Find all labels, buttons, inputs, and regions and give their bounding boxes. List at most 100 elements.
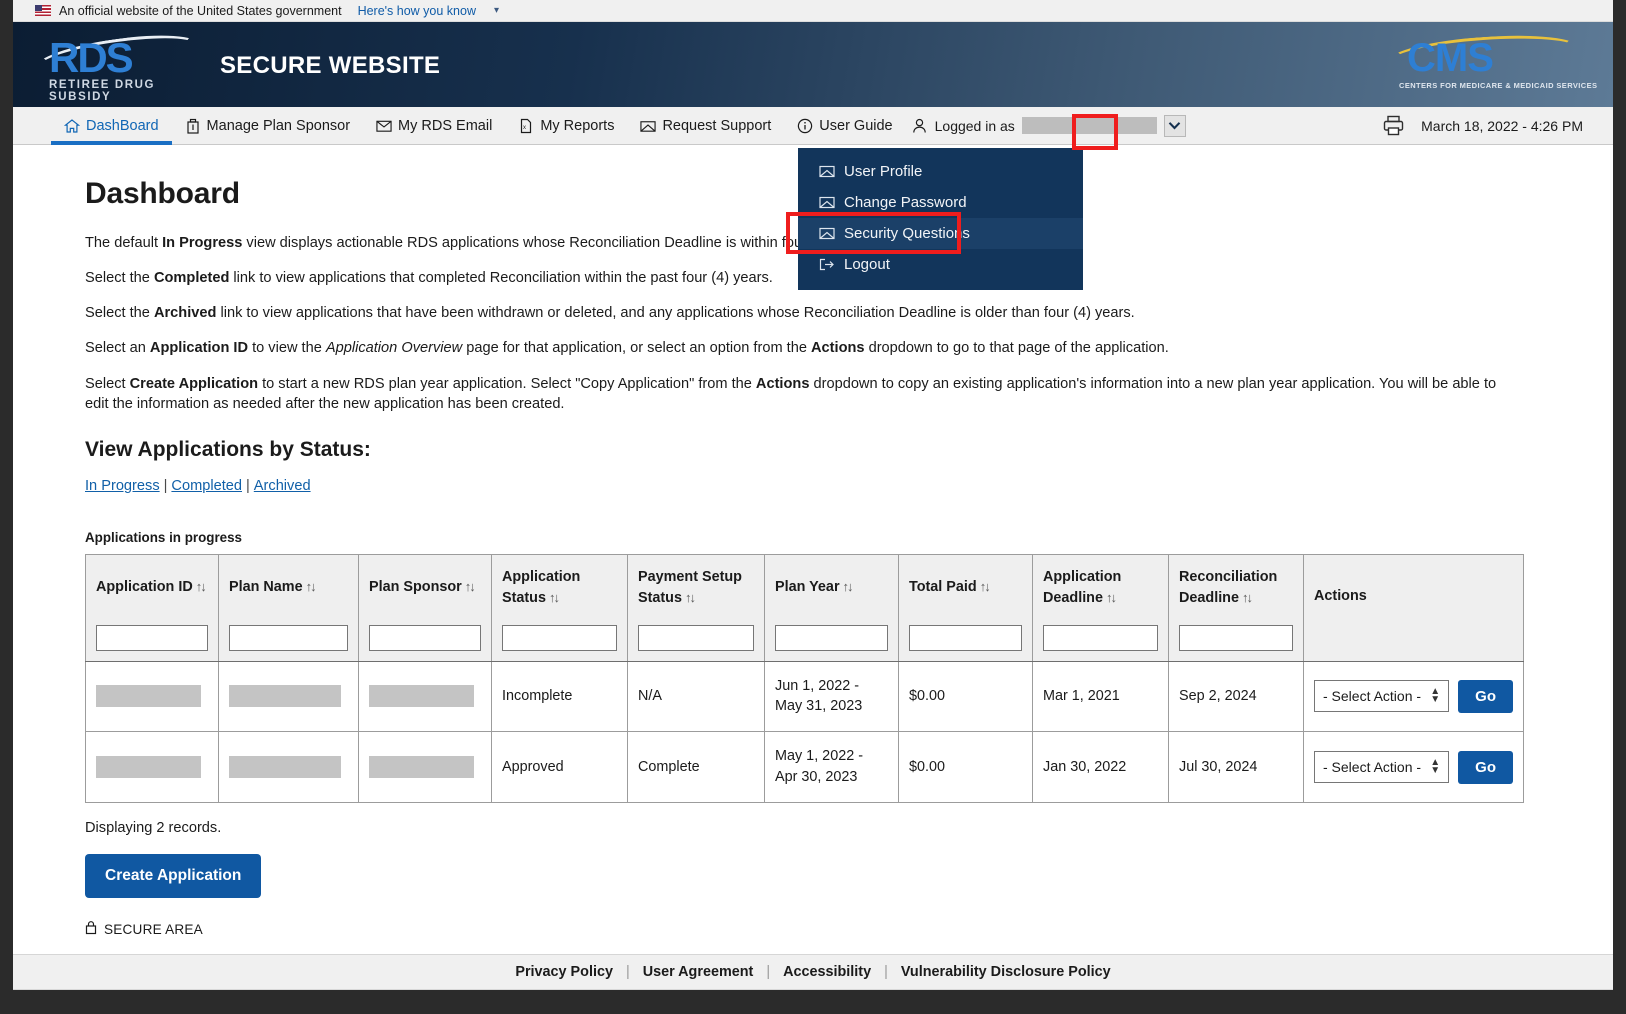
select-updown-icon: ▲▼ — [1430, 688, 1440, 704]
building-icon — [185, 118, 201, 134]
column-header-total-paid[interactable]: Total Paid↑↓ — [899, 554, 1033, 620]
column-header-application-id[interactable]: Application ID↑↓ — [86, 554, 219, 620]
brand: RDS RETIREE DRUG SUBSIDY SECURE WEBSITE — [35, 35, 440, 95]
envelope-icon — [818, 225, 835, 242]
sort-updown-icon[interactable]: ↑↓ — [1242, 589, 1251, 608]
cell-total-paid: $0.00 — [899, 661, 1033, 732]
sort-updown-icon[interactable]: ↑↓ — [549, 589, 558, 608]
sort-updown-icon[interactable]: ↑↓ — [1106, 589, 1115, 608]
status-link-completed[interactable]: Completed — [171, 478, 242, 494]
nav-item-label: Manage Plan Sponsor — [207, 118, 351, 134]
column-header-application-status[interactable]: Application Status↑↓ — [492, 554, 628, 620]
nav-item-request-support[interactable]: Request Support — [627, 107, 784, 144]
go-button[interactable]: Go — [1458, 680, 1513, 713]
go-button[interactable]: Go — [1458, 751, 1513, 784]
current-timestamp: March 18, 2022 - 4:26 PM — [1421, 118, 1583, 134]
nav-item-label: My RDS Email — [398, 118, 492, 134]
select-action-dropdown[interactable]: - Select Action - ▲▼ — [1314, 680, 1449, 712]
user-menu-item-logout[interactable]: Logout — [798, 249, 1083, 280]
redacted-value — [229, 685, 341, 707]
envelope-icon — [818, 163, 835, 180]
government-banner-text: An official website of the United States… — [59, 4, 342, 18]
page-root: An official website of the United States… — [13, 0, 1613, 990]
column-header-label: Reconciliation Deadline — [1179, 569, 1277, 606]
column-header-plan-year[interactable]: Plan Year↑↓ — [765, 554, 899, 620]
nav-item-label: Request Support — [662, 118, 771, 134]
sort-updown-icon[interactable]: ↑↓ — [465, 578, 474, 597]
printer-icon[interactable] — [1381, 114, 1405, 138]
footer-bottom: Approved OMB-0938-0957 Form CMS-10156 Ap… — [13, 989, 1613, 990]
redacted-value — [229, 756, 341, 778]
sort-updown-icon[interactable]: ↑↓ — [306, 578, 315, 597]
cms-logo: CMS CENTERS FOR MEDICARE & MEDICAID SERV… — [1389, 35, 1579, 95]
nav-right-group: March 18, 2022 - 4:26 PM — [1381, 107, 1613, 144]
column-header-plan-sponsor[interactable]: Plan Sponsor↑↓ — [359, 554, 492, 620]
envelope-icon — [376, 118, 392, 134]
column-header-label: Total Paid — [909, 579, 977, 595]
cms-logo-subtitle: CENTERS FOR MEDICARE & MEDICAID SERVICES — [1399, 81, 1597, 90]
select-action-dropdown[interactable]: - Select Action - ▲▼ — [1314, 751, 1449, 783]
nav-item-dashboard[interactable]: DashBoard — [51, 107, 172, 144]
logged-in-as-group: Logged in as — [906, 107, 1186, 144]
masthead: RDS RETIREE DRUG SUBSIDY SECURE WEBSITE … — [13, 22, 1613, 107]
user-menu-item-change-password[interactable]: Change Password — [798, 187, 1083, 218]
footer-link-user-agreement[interactable]: User Agreement — [630, 964, 767, 980]
rds-logo-text: RDS — [49, 37, 132, 79]
column-header-label: Plan Name — [229, 579, 303, 595]
sort-updown-icon[interactable]: ↑↓ — [843, 578, 852, 597]
user-menu-chevron-down-icon[interactable] — [1164, 115, 1186, 137]
footer-link-vulnerability-disclosure-policy[interactable]: Vulnerability Disclosure Policy — [888, 964, 1124, 980]
cell-payment-setup-status: Complete — [628, 732, 765, 803]
redacted-value — [369, 756, 474, 778]
sort-updown-icon[interactable]: ↑↓ — [980, 578, 989, 597]
select-action-value: - Select Action - — [1323, 686, 1421, 706]
select-updown-icon: ▲▼ — [1430, 759, 1440, 775]
nav-item-my-reports[interactable]: x My Reports — [505, 107, 627, 144]
user-menu-item-user-profile[interactable]: User Profile — [798, 156, 1083, 187]
status-link-archived[interactable]: Archived — [254, 478, 311, 494]
sort-updown-icon[interactable]: ↑↓ — [196, 578, 205, 597]
section-title-view-applications: View Applications by Status: — [85, 438, 1583, 462]
chevron-down-icon[interactable]: ▾ — [494, 5, 499, 16]
heres-how-you-know-link[interactable]: Here's how you know — [358, 4, 476, 18]
column-header-reconciliation-deadline[interactable]: Reconciliation Deadline↑↓ — [1169, 554, 1304, 620]
filter-input-plan-sponsor[interactable] — [369, 625, 481, 651]
intro-paragraph-5: Select Create Application to start a new… — [85, 374, 1505, 414]
footer-link-privacy-policy[interactable]: Privacy Policy — [502, 964, 626, 980]
actions-group: - Select Action - ▲▼ Go — [1314, 680, 1513, 713]
lock-icon — [85, 920, 97, 938]
filter-input-plan-name[interactable] — [229, 625, 348, 651]
column-header-application-deadline[interactable]: Application Deadline↑↓ — [1033, 554, 1169, 620]
create-application-button[interactable]: Create Application — [85, 854, 261, 898]
filter-input-application-status[interactable] — [502, 625, 617, 651]
nav-item-label: DashBoard — [86, 118, 159, 134]
column-header-label: Plan Sponsor — [369, 579, 462, 595]
cell-application-status: Approved — [492, 732, 628, 803]
nav-item-user-guide[interactable]: User Guide — [784, 107, 905, 144]
logout-icon — [818, 256, 835, 273]
sort-updown-icon[interactable]: ↑↓ — [685, 589, 694, 608]
intro-paragraph-3: Select the Archived link to view applica… — [85, 303, 1505, 323]
filter-input-application-id[interactable] — [96, 625, 208, 651]
actions-group: - Select Action - ▲▼ Go — [1314, 751, 1513, 784]
status-link-in-progress[interactable]: In Progress — [85, 478, 160, 494]
footer-link-accessibility[interactable]: Accessibility — [770, 964, 884, 980]
user-menu-item-label: Logout — [844, 256, 890, 273]
filter-input-total-paid[interactable] — [909, 625, 1022, 651]
filter-input-plan-year[interactable] — [775, 625, 888, 651]
user-menu-item-label: Change Password — [844, 194, 967, 211]
filter-input-reconciliation-deadline[interactable] — [1179, 625, 1293, 651]
cell-application-id[interactable] — [86, 661, 219, 732]
svg-text:x: x — [523, 125, 526, 131]
column-header-plan-name[interactable]: Plan Name↑↓ — [219, 554, 359, 620]
column-header-payment-setup-status[interactable]: Payment Setup Status↑↓ — [628, 554, 765, 620]
nav-item-manage-plan-sponsor[interactable]: Manage Plan Sponsor — [172, 107, 364, 144]
filter-input-application-deadline[interactable] — [1043, 625, 1158, 651]
user-menu-item-security-questions[interactable]: Security Questions — [798, 218, 1083, 249]
cell-application-deadline: Jan 30, 2022 — [1033, 732, 1169, 803]
cell-application-id[interactable] — [86, 732, 219, 803]
filter-input-payment-setup-status[interactable] — [638, 625, 754, 651]
nav-item-my-rds-email[interactable]: My RDS Email — [363, 107, 505, 144]
info-circle-icon — [797, 118, 813, 134]
cell-application-status: Incomplete — [492, 661, 628, 732]
